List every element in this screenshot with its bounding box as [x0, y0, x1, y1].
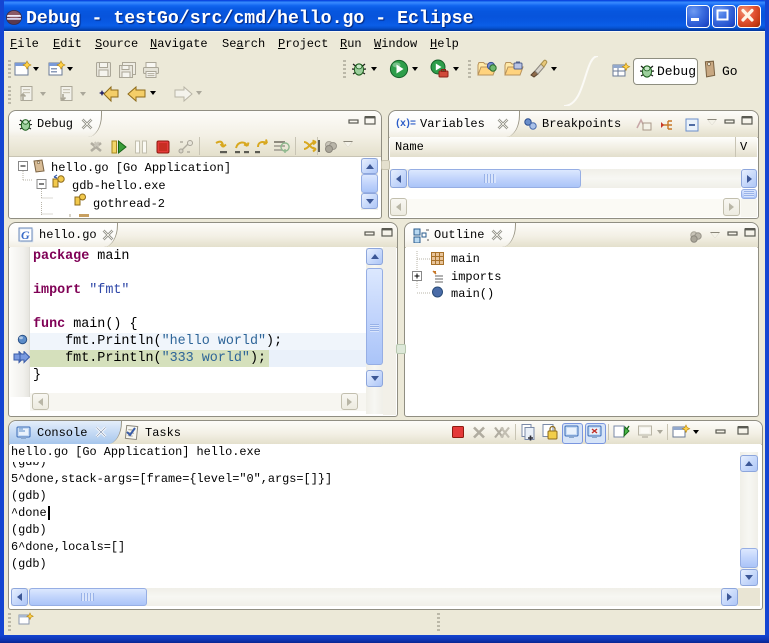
svg-text:gothread-2: gothread-2	[93, 197, 165, 211]
svg-text:gdb-hello.exe: gdb-hello.exe	[72, 179, 166, 193]
svg-text:main: main	[451, 252, 480, 266]
svg-text:G: G	[21, 228, 30, 242]
svg-text:imports: imports	[451, 270, 501, 284]
svg-text:main(): main()	[451, 287, 494, 301]
svg-text:hello.go [Go Application]: hello.go [Go Application]	[51, 161, 231, 175]
